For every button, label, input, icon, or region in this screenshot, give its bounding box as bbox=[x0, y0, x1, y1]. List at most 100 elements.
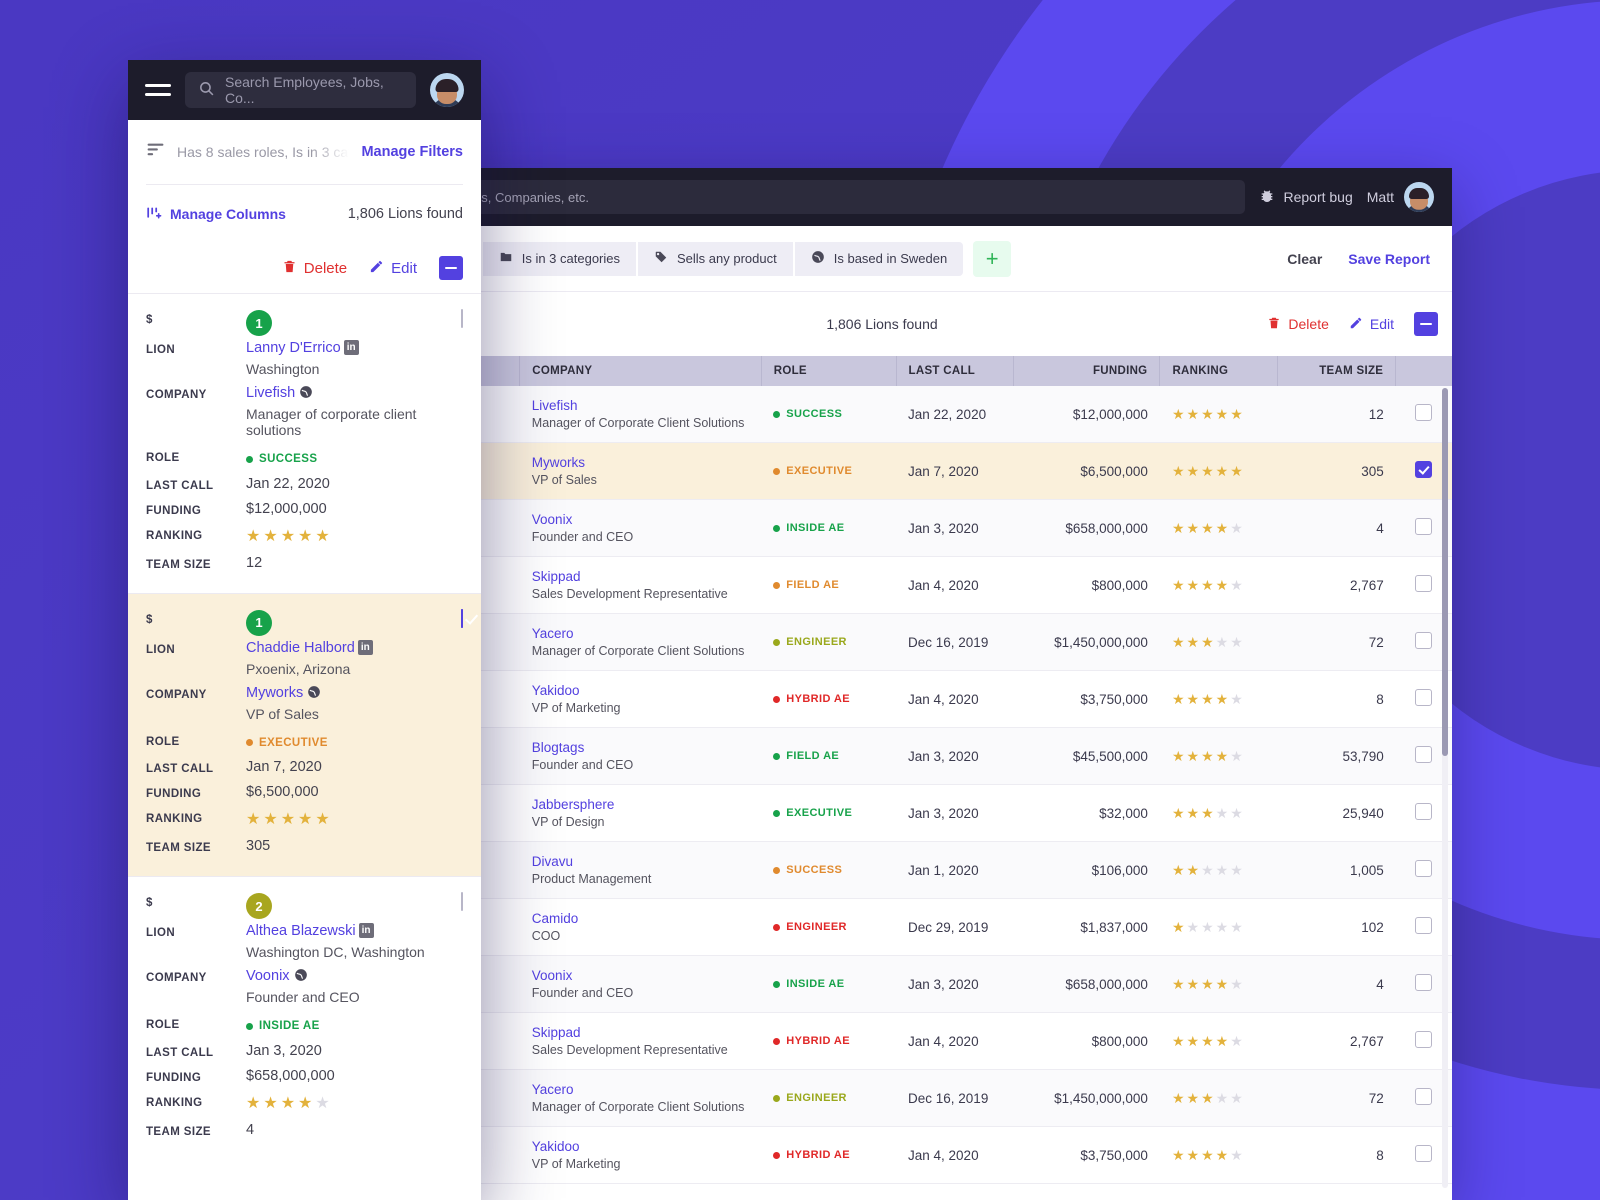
cell-company[interactable]: Voonix Founder and CEO bbox=[519, 955, 762, 1013]
company-name[interactable]: Voonix bbox=[532, 968, 749, 983]
company-name[interactable]: Myworks bbox=[532, 455, 749, 470]
cell-company[interactable]: Livefish Manager of Corporate Client Solu… bbox=[519, 386, 762, 443]
cell-company[interactable]: Skippad Sales Development Representative bbox=[519, 1012, 762, 1070]
edit-button[interactable]: Edit bbox=[1349, 316, 1394, 333]
minus-square-icon[interactable] bbox=[439, 256, 463, 280]
desktop-user-menu[interactable]: Matt bbox=[1367, 182, 1434, 212]
report-bug-button[interactable]: Report bug bbox=[1259, 188, 1353, 207]
table-scrollbar[interactable] bbox=[1442, 388, 1448, 1188]
lion-name[interactable]: Althea Blazewski bbox=[246, 923, 356, 939]
card-select[interactable] bbox=[461, 892, 463, 911]
company-name[interactable]: Livefish bbox=[246, 385, 295, 401]
list-item[interactable]: $1 LION Lanny D'Errico in Washington COMPANY L… bbox=[128, 293, 481, 593]
avatar[interactable] bbox=[1404, 182, 1434, 212]
row-checkbox[interactable] bbox=[1415, 404, 1433, 421]
avatar[interactable] bbox=[430, 73, 464, 107]
filter-chip[interactable]: Sells any product bbox=[638, 241, 795, 276]
cell-company[interactable]: Divavu Product Management bbox=[519, 841, 762, 899]
row-checkbox[interactable] bbox=[1415, 803, 1433, 820]
minus-square-icon[interactable] bbox=[1414, 312, 1438, 336]
col-team-size[interactable]: TEAM SIZE bbox=[1277, 356, 1397, 386]
edit-button[interactable]: Edit bbox=[369, 259, 417, 278]
list-item[interactable]: $1 LION Chaddie Halbord in Pxoenix, Arizona C… bbox=[128, 592, 481, 876]
company-name[interactable]: Yacero bbox=[532, 1082, 749, 1097]
col-role[interactable]: ROLE bbox=[761, 356, 897, 386]
row-checkbox[interactable] bbox=[1415, 974, 1433, 991]
manage-filters-button[interactable]: Manage Filters bbox=[361, 144, 463, 160]
lion-name[interactable]: Chaddie Halbord bbox=[246, 640, 355, 656]
cell-company[interactable]: Myworks VP of Sales bbox=[519, 442, 762, 500]
row-checkbox[interactable] bbox=[1415, 461, 1433, 478]
company-name[interactable]: Voonix bbox=[246, 968, 290, 984]
card-select[interactable] bbox=[461, 309, 463, 328]
company-name[interactable]: Camido bbox=[532, 911, 749, 926]
company-name[interactable]: Skippad bbox=[532, 1025, 749, 1040]
linkedin-icon[interactable]: in bbox=[343, 340, 359, 355]
list-item[interactable]: $2 LION Althea Blazewski in Washington DC, W… bbox=[128, 876, 481, 1160]
company-name[interactable]: Jabbersphere bbox=[532, 797, 749, 812]
hamburger-icon[interactable] bbox=[145, 83, 171, 97]
company-name[interactable]: Livefish bbox=[532, 398, 749, 413]
row-checkbox[interactable] bbox=[1415, 1031, 1433, 1048]
linkedin-icon[interactable]: in bbox=[357, 639, 373, 655]
company-name[interactable]: Yacero bbox=[532, 626, 749, 641]
company-name[interactable]: Yakidoo bbox=[532, 1139, 749, 1154]
table-row[interactable]: ...Halbord...rizonaMyworksVP of SalesEXE… bbox=[312, 442, 1452, 500]
filter-chip[interactable]: Is in 3 categories bbox=[482, 241, 638, 276]
company-name[interactable]: Divavu bbox=[532, 854, 749, 869]
row-checkbox[interactable] bbox=[461, 309, 463, 328]
row-checkbox[interactable] bbox=[1415, 917, 1433, 934]
col-funding[interactable]: FUNDING bbox=[1013, 356, 1161, 386]
cell-company[interactable]: Skippad Sales Development Representative bbox=[519, 556, 762, 614]
row-checkbox[interactable] bbox=[1415, 518, 1433, 535]
row-checkbox[interactable] bbox=[461, 608, 463, 628]
company-name[interactable]: Yakidoo bbox=[532, 683, 749, 698]
table-row[interactable]: ...azewski...n DC, WashingtonVoonixFound… bbox=[312, 955, 1452, 1013]
cell-company[interactable]: Camido COO bbox=[519, 898, 762, 956]
manage-columns-button[interactable]: Manage Columns bbox=[146, 205, 286, 224]
delete-button[interactable]: Delete bbox=[1267, 315, 1329, 334]
cell-company[interactable]: Yacero Manager of Corporate Client Soluti… bbox=[519, 1069, 762, 1127]
table-row[interactable]: ...ndwick...rginiaSkippadSales Developme… bbox=[312, 556, 1452, 614]
company-name[interactable]: Skippad bbox=[532, 569, 749, 584]
clear-filters-button[interactable]: Clear bbox=[1287, 251, 1322, 267]
table-row[interactable]: ...uchop...ndino, CaliforniaYakidooVP of… bbox=[312, 1126, 1452, 1184]
cell-company[interactable]: Yakidoo VP of Marketing bbox=[519, 670, 762, 728]
row-checkbox[interactable] bbox=[461, 892, 463, 911]
cell-company[interactable]: Yakidoo VP of Marketing bbox=[519, 1126, 762, 1184]
col-company[interactable]: COMPANY bbox=[519, 356, 762, 386]
save-report-button[interactable]: Save Report bbox=[1348, 251, 1430, 267]
mobile-search-input[interactable]: Search Employees, Jobs, Co... bbox=[185, 72, 416, 108]
row-checkbox[interactable] bbox=[1415, 746, 1433, 763]
table-row[interactable]: ...uchop...ndino, CaliforniaYakidooVP of… bbox=[312, 670, 1452, 728]
cell-company[interactable]: Blogtags Founder and CEO bbox=[519, 727, 762, 785]
cell-company[interactable]: Yacero Manager of Corporate Client Soluti… bbox=[519, 613, 762, 671]
row-checkbox[interactable] bbox=[1415, 689, 1433, 706]
linkedin-icon[interactable]: in bbox=[358, 923, 374, 938]
cell-company[interactable]: Jabbersphere VP of Design bbox=[519, 784, 762, 842]
row-checkbox[interactable] bbox=[1415, 632, 1433, 649]
row-checkbox[interactable] bbox=[1415, 1088, 1433, 1105]
lion-name[interactable]: Lanny D'Errico bbox=[246, 340, 341, 356]
delete-button[interactable]: Delete bbox=[282, 258, 347, 279]
table-row[interactable]: ...ayford...ouisianaJabbersphereVP of De… bbox=[312, 784, 1452, 842]
table-row[interactable]: ...ndwick...rginiaSkippadSales Developme… bbox=[312, 1012, 1452, 1070]
filter-chip[interactable]: Is based in Sweden bbox=[794, 241, 964, 276]
add-filter-button[interactable]: + bbox=[973, 240, 1012, 277]
table-scrollbar-thumb[interactable] bbox=[1442, 388, 1448, 756]
row-checkbox[interactable] bbox=[1415, 575, 1433, 592]
company-name[interactable]: Myworks bbox=[246, 685, 303, 701]
table-row[interactable]: ...owsher...es, CaliforniaYaceroManager … bbox=[312, 1069, 1452, 1127]
table-row[interactable]: ...azewski...n DC, WashingtonVoonixFound… bbox=[312, 499, 1452, 557]
row-checkbox[interactable] bbox=[1415, 1145, 1433, 1162]
card-select[interactable] bbox=[461, 608, 463, 628]
company-name[interactable]: Blogtags bbox=[532, 740, 749, 755]
col-ranking[interactable]: RANKING bbox=[1159, 356, 1279, 386]
table-row[interactable]: ...owsher...es, CaliforniaYaceroManager … bbox=[312, 613, 1452, 671]
table-row[interactable]: ...loselev...each, VirginiaBlogtagsFound… bbox=[312, 727, 1452, 785]
table-row[interactable]: ...rrico...sco, CaliforniaLivefishManage… bbox=[312, 386, 1452, 443]
cell-company[interactable]: Voonix Founder and CEO bbox=[519, 499, 762, 557]
filter-lines-icon[interactable] bbox=[146, 142, 165, 163]
table-row[interactable]: ...awsthorn...urg, MarylandDivavuProduct… bbox=[312, 841, 1452, 899]
row-checkbox[interactable] bbox=[1415, 860, 1433, 877]
